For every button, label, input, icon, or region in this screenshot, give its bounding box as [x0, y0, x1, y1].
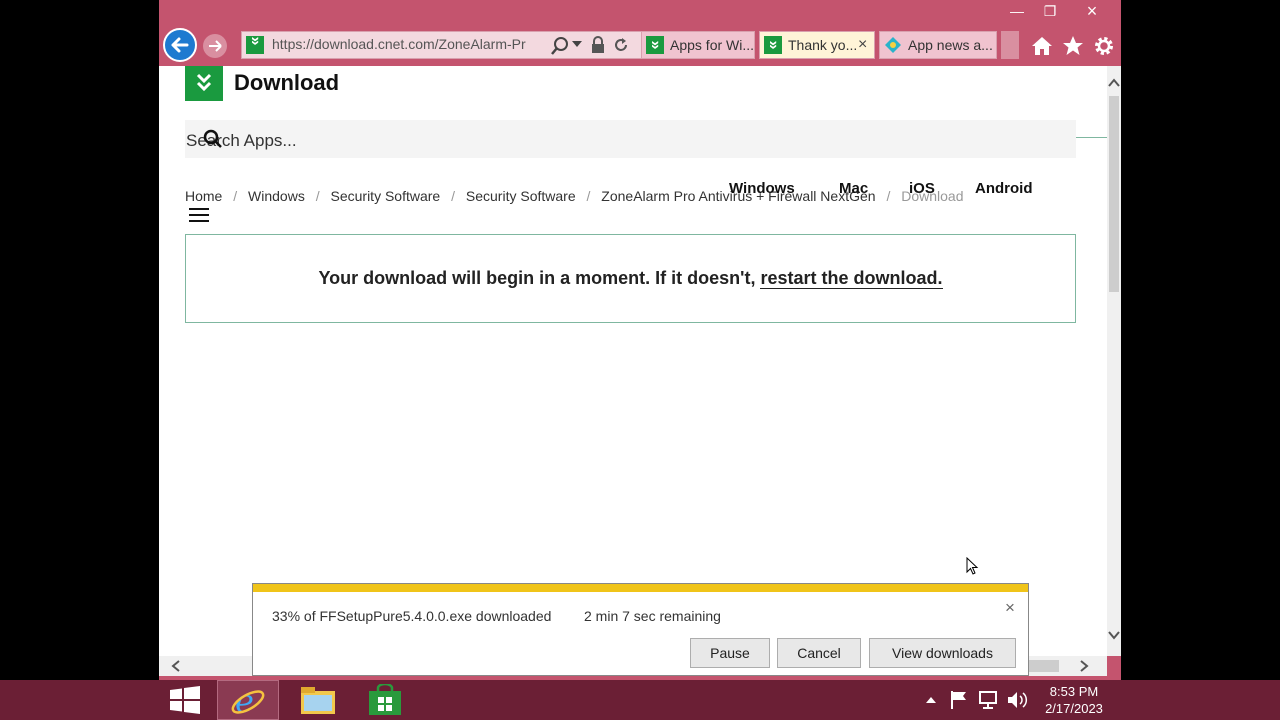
- nav-windows[interactable]: Windows: [729, 180, 795, 197]
- cnet-download-favicon: [246, 36, 264, 54]
- action-center-flag-icon[interactable]: [950, 690, 968, 710]
- nav-ios[interactable]: iOS: [909, 180, 935, 197]
- tab-label: Thank yo...: [788, 37, 858, 53]
- browser-window: — ❐ × https://download.cnet.com/ZoneAlar…: [159, 0, 1121, 680]
- cnet-download-favicon: [764, 36, 782, 54]
- tab-thank-you[interactable]: Thank yo... ×: [759, 31, 875, 59]
- windows-start-icon[interactable]: [170, 686, 200, 714]
- nav-android[interactable]: Android: [975, 180, 1033, 197]
- download-logo-icon[interactable]: [185, 66, 223, 101]
- breadcrumb-security-software-2[interactable]: Security Software: [466, 188, 576, 204]
- back-button[interactable]: [163, 28, 197, 62]
- show-hidden-icons-icon[interactable]: [926, 697, 936, 704]
- address-text[interactable]: https://download.cnet.com/ZoneAlarm-Pr: [272, 36, 540, 52]
- close-notification-icon[interactable]: ×: [1005, 598, 1015, 618]
- breadcrumb-separator: /: [451, 188, 455, 204]
- breadcrumb-security-software[interactable]: Security Software: [331, 188, 441, 204]
- tab-app-news[interactable]: App news a...: [879, 31, 997, 59]
- mouse-cursor-icon: [966, 557, 979, 575]
- download-message: Your download will begin in a moment. If…: [318, 268, 756, 288]
- tab-label: Apps for Wi...: [670, 37, 755, 53]
- back-arrow-icon: [171, 37, 189, 53]
- tab-label: App news a...: [908, 37, 993, 53]
- hamburger-menu-icon[interactable]: [189, 206, 209, 224]
- scroll-left-icon[interactable]: [171, 660, 181, 672]
- breadcrumb-home[interactable]: Home: [185, 188, 222, 204]
- close-window-button[interactable]: ×: [1078, 0, 1106, 22]
- tab-close-icon[interactable]: ×: [858, 32, 867, 58]
- taskbar-internet-explorer[interactable]: e: [217, 680, 279, 720]
- download-message-box: Your download will begin in a moment. If…: [185, 234, 1076, 323]
- search-icon[interactable]: [550, 36, 570, 56]
- home-icon[interactable]: [1031, 36, 1053, 56]
- clock-time: 8:53 PM: [1049, 684, 1099, 699]
- breadcrumb-separator: /: [315, 188, 320, 204]
- clock-date: 2/17/2023: [1045, 701, 1103, 716]
- app-news-favicon: [885, 37, 901, 53]
- refresh-icon[interactable]: [612, 36, 630, 54]
- lock-icon: [592, 36, 604, 53]
- forward-arrow-icon: [209, 40, 222, 52]
- breadcrumb-separator: /: [586, 188, 591, 204]
- nav-mac[interactable]: Mac: [839, 180, 868, 197]
- view-downloads-button[interactable]: View downloads: [869, 638, 1016, 668]
- restore-button[interactable]: ❐: [1036, 0, 1064, 22]
- divider: [1076, 137, 1107, 138]
- network-icon[interactable]: [978, 690, 998, 710]
- volume-icon[interactable]: [1006, 690, 1028, 710]
- forward-button[interactable]: [203, 34, 227, 58]
- file-explorer-icon[interactable]: [300, 685, 336, 715]
- site-brand[interactable]: Download: [234, 70, 339, 96]
- download-progress-fill: [253, 584, 1028, 592]
- restart-download-link[interactable]: restart the download.: [760, 268, 943, 289]
- download-status: 33% of FFSetupPure5.4.0.0.exe downloaded: [272, 608, 552, 624]
- tab-apps-for-windows[interactable]: Apps for Wi...: [641, 31, 755, 59]
- store-icon[interactable]: [368, 684, 402, 716]
- download-notification-bar: 33% of FFSetupPure5.4.0.0.exe downloaded…: [252, 583, 1029, 676]
- scroll-down-icon[interactable]: [1108, 630, 1120, 640]
- breadcrumb-windows[interactable]: Windows: [248, 188, 305, 204]
- dropdown-chevron-icon[interactable]: [572, 41, 582, 49]
- scroll-thumb[interactable]: [1109, 96, 1119, 292]
- breadcrumb-separator: /: [233, 188, 238, 204]
- system-clock[interactable]: 8:53 PM 2/17/2023: [1040, 683, 1108, 717]
- pause-button[interactable]: Pause: [690, 638, 770, 668]
- download-time-remaining: 2 min 7 sec remaining: [584, 608, 721, 624]
- new-tab-button[interactable]: [1001, 31, 1019, 59]
- search-field[interactable]: Search Apps...: [185, 120, 1076, 158]
- download-progress-track: [253, 584, 1028, 592]
- settings-gear-icon[interactable]: [1093, 35, 1115, 57]
- internet-explorer-icon: e: [231, 684, 265, 718]
- cancel-button[interactable]: Cancel: [777, 638, 861, 668]
- double-chevron-down-icon: [196, 73, 212, 92]
- vertical-scrollbar[interactable]: [1107, 66, 1121, 656]
- scroll-right-icon[interactable]: [1079, 660, 1089, 672]
- taskbar: e 8:53 PM 2/17/2023: [0, 680, 1280, 720]
- navigation-bar: https://download.cnet.com/ZoneAlarm-Pr A…: [159, 26, 1121, 66]
- scroll-up-icon[interactable]: [1108, 78, 1120, 88]
- web-page: Download Search Apps... Home / Windows /…: [159, 66, 1107, 656]
- minimize-button[interactable]: —: [1003, 0, 1031, 22]
- breadcrumb-separator: /: [886, 188, 891, 204]
- favorites-star-icon[interactable]: [1062, 35, 1084, 57]
- cnet-download-favicon: [646, 36, 664, 54]
- title-bar: — ❐ ×: [159, 0, 1121, 26]
- search-icon[interactable]: [203, 129, 223, 149]
